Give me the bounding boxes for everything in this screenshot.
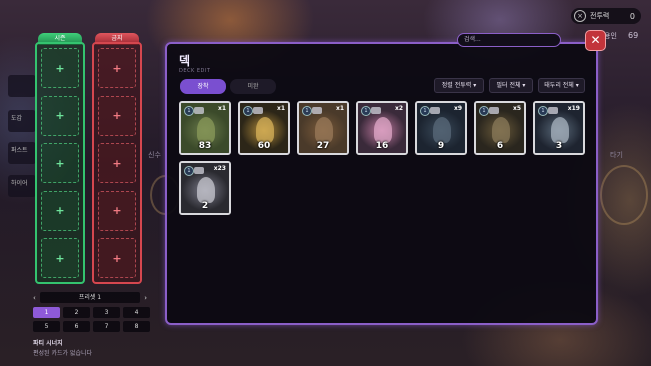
card-figure: [374, 117, 392, 143]
filter-dropdown[interactable]: 필터 전체 ▾: [489, 78, 533, 93]
page-button-2[interactable]: 2: [63, 307, 90, 318]
side-menu-item-first[interactable]: 퍼스트: [8, 142, 36, 164]
side-menu-item-higher[interactable]: 하이어: [8, 175, 36, 197]
card-figure: [315, 117, 333, 143]
card-figure: [197, 117, 215, 143]
card-quantity: x23: [213, 165, 226, 172]
deck-card[interactable]: 1 x1 60: [238, 101, 290, 155]
preset-name[interactable]: 프리셋 1: [39, 292, 141, 303]
currency-value: 0: [629, 11, 635, 21]
deck-card[interactable]: 1 x1 83: [179, 101, 231, 155]
deck-card[interactable]: 1 x1 27: [297, 101, 349, 155]
card-power: 2: [201, 201, 209, 211]
banned-slot-add[interactable]: +: [98, 238, 136, 278]
deck-card[interactable]: 1 x19 3: [533, 101, 585, 155]
preset-prev-button[interactable]: ‹: [33, 294, 36, 302]
sort-dropdown[interactable]: 정렬 전투력 ▾: [434, 78, 484, 93]
card-rarity-badge: [194, 167, 204, 174]
season-slot-add[interactable]: +: [41, 48, 79, 88]
card-quantity: x1: [217, 105, 226, 112]
season-slot-add[interactable]: +: [41, 95, 79, 136]
card-cost-badge: 1: [479, 106, 489, 116]
tab-equipped[interactable]: 장착: [180, 79, 226, 94]
side-menu-item[interactable]: [8, 75, 36, 97]
card-figure: [551, 117, 569, 143]
card-cost-badge: 1: [538, 106, 548, 116]
card-rarity-badge: [489, 107, 499, 114]
banned-slot-add[interactable]: +: [98, 143, 136, 183]
preset-next-button[interactable]: ›: [144, 294, 147, 302]
card-rarity-badge: [253, 107, 263, 114]
tab-incomplete[interactable]: 미완: [230, 79, 276, 94]
close-button[interactable]: ✕: [585, 30, 606, 51]
page-button-6[interactable]: 6: [63, 321, 90, 332]
card-quantity: x9: [453, 105, 462, 112]
card-grid: 1 x1 83 1 x1 60 1 x1 27 1 x2 16 1 x9 9 1 x5 6 1 x19 3 1 x23 2: [179, 101, 589, 215]
card-rarity-badge: [548, 107, 558, 114]
page-button-3[interactable]: 3: [93, 307, 120, 318]
side-value: 69: [628, 31, 639, 40]
page-button-8[interactable]: 8: [123, 321, 150, 332]
card-figure: [433, 117, 451, 143]
side-menu-item-codex[interactable]: 도감: [8, 110, 36, 132]
page-button-5[interactable]: 5: [33, 321, 60, 332]
card-power: 3: [555, 141, 563, 151]
deck-card[interactable]: 1 x2 16: [356, 101, 408, 155]
card-power: 60: [257, 141, 271, 151]
card-figure: [492, 117, 510, 143]
season-slot-add[interactable]: +: [41, 238, 79, 278]
card-quantity: x1: [335, 105, 344, 112]
page-title: 덱: [179, 54, 191, 68]
card-cost-badge: 1: [184, 106, 194, 116]
card-rarity-badge: [194, 107, 204, 114]
card-figure: [197, 177, 215, 203]
card-cost-badge: 1: [302, 106, 312, 116]
card-power: 6: [496, 141, 504, 151]
page-button-4[interactable]: 4: [123, 307, 150, 318]
card-quantity: x19: [567, 105, 580, 112]
card-cost-badge: 1: [361, 106, 371, 116]
border-dropdown[interactable]: 태두리 전체 ▾: [538, 78, 585, 93]
card-power: 9: [437, 141, 445, 151]
card-quantity: x5: [512, 105, 521, 112]
banned-slot-add[interactable]: +: [98, 95, 136, 136]
deck-card[interactable]: 1 x23 2: [179, 161, 231, 215]
banned-slot-column: + + + + +: [92, 42, 142, 284]
page-subtitle: DECK EDIT: [179, 68, 211, 74]
page-grid: 1 2 3 4 5 6 7 8: [33, 307, 151, 332]
season-slot-add[interactable]: +: [41, 190, 79, 231]
season-slot-column: + + + + +: [35, 42, 85, 284]
background-ornament: [600, 165, 648, 225]
currency-label: 전투력: [590, 12, 610, 20]
card-power: 16: [375, 141, 389, 151]
banned-slot-add[interactable]: +: [98, 190, 136, 231]
deck-panel: 덱 DECK EDIT 장착 미완 정렬 전투력 ▾ 필터 전체 ▾ 태두리 전…: [165, 42, 598, 325]
currency-icon: ×: [574, 10, 586, 22]
bg-label-right: 타기: [610, 151, 623, 159]
deck-card[interactable]: 1 x9 9: [415, 101, 467, 155]
page-button-1[interactable]: 1: [33, 307, 60, 318]
currency-pill: × 전투력 0: [571, 8, 641, 24]
card-rarity-badge: [371, 107, 381, 114]
card-cost-badge: 1: [420, 106, 430, 116]
card-power: 27: [316, 141, 330, 151]
search-input[interactable]: 검색...: [457, 33, 561, 47]
synergy-title: 파티 시너지: [33, 340, 63, 347]
synergy-empty-text: 편성된 카드가 없습니다: [33, 350, 93, 357]
deck-card[interactable]: 1 x5 6: [474, 101, 526, 155]
card-quantity: x2: [394, 105, 403, 112]
card-cost-badge: 1: [243, 106, 253, 116]
card-quantity: x1: [276, 105, 285, 112]
preset-selector: ‹ 프리셋 1 ›: [33, 292, 147, 303]
card-rarity-badge: [312, 107, 322, 114]
bg-label-mid: 신수: [148, 151, 161, 159]
page-button-7[interactable]: 7: [93, 321, 120, 332]
season-slot-add[interactable]: +: [41, 143, 79, 183]
card-power: 83: [198, 141, 212, 151]
card-cost-badge: 1: [184, 166, 194, 176]
card-figure: [256, 117, 274, 143]
card-rarity-badge: [430, 107, 440, 114]
banned-slot-add[interactable]: +: [98, 48, 136, 88]
